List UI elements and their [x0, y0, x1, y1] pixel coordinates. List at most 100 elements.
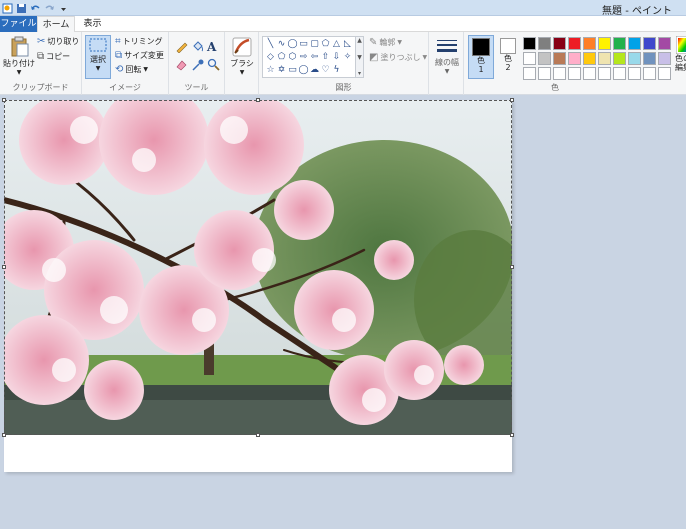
resize-handle-top-right[interactable] [510, 98, 514, 102]
rounded-rectangle-shape-icon[interactable]: ▢ [309, 38, 320, 51]
color2-button[interactable]: 色 2 [497, 35, 519, 79]
palette-swatch[interactable] [613, 37, 626, 50]
down-arrow-shape-icon[interactable]: ⇩ [331, 51, 342, 64]
resize-handle-bottom[interactable] [256, 433, 260, 437]
resize-handle-right[interactable] [510, 265, 514, 269]
heart-shape-icon[interactable]: ♡ [320, 64, 331, 77]
palette-swatch[interactable] [643, 67, 656, 80]
copy-button[interactable]: ⧉ コピー [37, 51, 70, 62]
triangle-shape-icon[interactable]: △ [331, 38, 342, 51]
canvas-workspace[interactable] [0, 96, 686, 529]
diamond-shape-icon[interactable]: ◇ [265, 51, 276, 64]
pencil-icon[interactable] [175, 40, 188, 53]
oval-shape-icon[interactable]: ◯ [287, 38, 298, 51]
copy-label: コピー [46, 52, 71, 61]
up-arrow-shape-icon[interactable]: ⇧ [320, 51, 331, 64]
palette-swatch[interactable] [568, 67, 581, 80]
palette-swatch[interactable] [583, 67, 596, 80]
resize-handle-left[interactable] [2, 265, 6, 269]
eraser-icon[interactable] [175, 58, 188, 71]
fill-bucket-icon[interactable] [191, 40, 204, 53]
shapes-scrollbar[interactable]: ▲ ▼ ▾ [356, 36, 364, 78]
right-arrow-shape-icon[interactable]: ⇨ [298, 51, 309, 64]
hexagon-shape-icon[interactable]: ⬡ [287, 51, 298, 64]
brushes-label: ブラシ [230, 59, 254, 68]
fill-button[interactable]: ◩ 塗りつぶし ▼ [369, 52, 427, 63]
palette-swatch[interactable] [658, 52, 671, 65]
palette-swatch[interactable] [553, 37, 566, 50]
palette-swatch[interactable] [538, 37, 551, 50]
line-shape-icon[interactable]: ╲ [265, 38, 276, 51]
select-button[interactable]: 選択 ▼ [85, 35, 111, 79]
palette-swatch[interactable] [658, 67, 671, 80]
palette-swatch[interactable] [628, 37, 641, 50]
tab-home[interactable]: ホーム [37, 16, 75, 32]
shapes-gallery[interactable]: ╲ ∿ ◯ ▭ ▢ ⬠ △ ◺ ◇ ⬠ ⬡ ⇨ ⇦ ⇧ ⇩ ✧ ☆ ✡ ▭ ◯ … [262, 36, 356, 78]
resize-handle-top[interactable] [256, 98, 260, 102]
brushes-button[interactable]: ブラシ ▼ [228, 36, 256, 76]
redo-icon[interactable] [44, 3, 55, 14]
customize-qat-icon[interactable] [58, 3, 69, 14]
palette-swatch[interactable] [583, 52, 596, 65]
palette-swatch[interactable] [658, 37, 671, 50]
color1-button[interactable]: 色 1 [468, 35, 494, 79]
four-point-star-shape-icon[interactable]: ✧ [342, 51, 353, 64]
scroll-down-icon[interactable]: ▼ [357, 54, 362, 61]
scroll-up-icon[interactable]: ▲ [357, 37, 362, 44]
palette-swatch[interactable] [628, 67, 641, 80]
palette-swatch[interactable] [523, 37, 536, 50]
palette-swatch[interactable] [598, 37, 611, 50]
palette-swatch[interactable] [553, 67, 566, 80]
tab-file[interactable]: ファイル [0, 16, 37, 32]
resize-handle-top-left[interactable] [2, 98, 6, 102]
palette-swatch[interactable] [643, 37, 656, 50]
polygon-shape-icon[interactable]: ⬠ [320, 38, 331, 51]
palette-swatch[interactable] [598, 67, 611, 80]
palette-swatch[interactable] [583, 37, 596, 50]
palette-swatch[interactable] [613, 67, 626, 80]
edit-colors-button[interactable]: 色の 編集 [673, 36, 686, 72]
left-arrow-shape-icon[interactable]: ⇦ [309, 51, 320, 64]
paint-app-icon[interactable] [2, 3, 13, 14]
text-tool-icon[interactable]: A [207, 40, 222, 57]
callout-oval-shape-icon[interactable]: ◯ [298, 64, 309, 77]
palette-swatch[interactable] [628, 52, 641, 65]
undo-icon[interactable] [30, 3, 41, 14]
selection-rect-icon [89, 38, 107, 52]
chevron-down-icon: ▼ [143, 66, 149, 73]
five-point-star-shape-icon[interactable]: ☆ [265, 64, 276, 77]
palette-swatch[interactable] [523, 52, 536, 65]
resize-button[interactable]: ⧉ サイズ変更 [115, 50, 164, 61]
six-point-star-shape-icon[interactable]: ✡ [276, 64, 287, 77]
outline-button[interactable]: ✎ 輪郭 ▼ [369, 37, 402, 48]
palette-swatch[interactable] [538, 52, 551, 65]
tab-view[interactable]: 表示 [75, 16, 110, 32]
pentagon-shape-icon[interactable]: ⬠ [276, 51, 287, 64]
cut-button[interactable]: ✂ 切り取り [37, 36, 79, 47]
size-button[interactable]: 線の幅 ▼ [432, 37, 462, 75]
color-picker-icon[interactable] [191, 58, 204, 71]
save-icon[interactable] [16, 3, 27, 14]
expand-gallery-icon[interactable]: ▾ [358, 70, 361, 77]
palette-swatch[interactable] [598, 52, 611, 65]
crop-button[interactable]: ⌗ トリミング [115, 36, 163, 47]
magnifier-icon[interactable] [207, 58, 220, 71]
resize-handle-bottom-left[interactable] [2, 433, 6, 437]
curve-shape-icon[interactable]: ∿ [276, 38, 287, 51]
rotate-button[interactable]: ⟲ 回転 ▼ [115, 64, 148, 75]
paste-button[interactable]: 貼り付け ▼ [3, 36, 35, 76]
lightning-shape-icon[interactable]: ϟ [331, 64, 342, 77]
resize-handle-bottom-right[interactable] [510, 433, 514, 437]
palette-swatch[interactable] [553, 52, 566, 65]
palette-swatch[interactable] [643, 52, 656, 65]
drawing-canvas[interactable] [2, 98, 514, 472]
palette-swatch[interactable] [568, 52, 581, 65]
palette-swatch[interactable] [538, 67, 551, 80]
palette-swatch[interactable] [613, 52, 626, 65]
palette-swatch[interactable] [568, 37, 581, 50]
rectangle-shape-icon[interactable]: ▭ [298, 38, 309, 51]
callout-cloud-shape-icon[interactable]: ☁ [309, 64, 320, 77]
callout-rect-shape-icon[interactable]: ▭ [287, 64, 298, 77]
right-triangle-shape-icon[interactable]: ◺ [342, 38, 353, 51]
palette-swatch[interactable] [523, 67, 536, 80]
